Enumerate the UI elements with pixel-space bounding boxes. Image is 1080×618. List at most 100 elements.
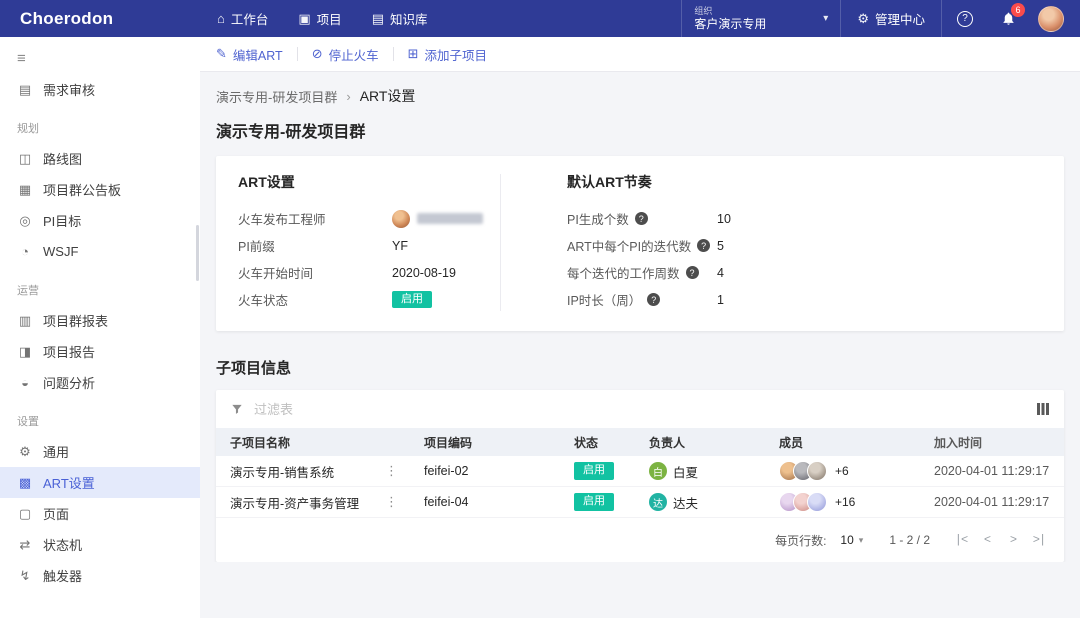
first-page-button[interactable]: |<	[948, 533, 974, 547]
breadcrumb-current: ART设置	[359, 88, 416, 104]
sidebar-scrollbar[interactable]	[196, 225, 199, 281]
field-value: YF	[392, 238, 408, 253]
field-value: 2020-08-19	[392, 265, 456, 280]
state-machine-icon: ⇄	[19, 536, 31, 552]
app-logo[interactable]: Choerodon	[20, 9, 202, 29]
card-divider	[500, 174, 501, 311]
owner-name: 白夏	[673, 465, 699, 480]
project-name-text[interactable]: 演示专用-销售系统	[230, 462, 334, 481]
org-text: 组织 客户演示专用	[694, 6, 766, 31]
help-icon[interactable]: ?	[647, 293, 661, 306]
filter-input[interactable]	[254, 401, 1026, 417]
column-header-code: 项目编码	[424, 435, 473, 450]
redacted-name	[417, 213, 483, 224]
sidebar-item-requirement-audit[interactable]: ▤ 需求审核	[0, 74, 200, 105]
sidebar-item-trigger[interactable]: ↯ 触发器	[0, 560, 200, 591]
sidebar-item-program-reports[interactable]: ▥ 项目群报表	[0, 305, 200, 336]
help-button[interactable]: ?	[957, 10, 973, 27]
field-label: 火车开始时间	[238, 267, 314, 281]
edit-art-label: 编辑ART	[232, 48, 283, 63]
add-subproject-button[interactable]: ⊞ 添加子项目	[408, 45, 487, 64]
program-report-icon: ▥	[18, 312, 32, 328]
column-settings-icon[interactable]	[1036, 402, 1050, 416]
breadcrumb-parent[interactable]: 演示专用-研发项目群	[216, 87, 337, 106]
cell-project-name: 演示专用-销售系统 ⋮	[230, 462, 424, 481]
cell-members: +6	[779, 461, 934, 481]
app-root: Choerodon ⌂ 工作台 ▣ 项目 ▤ 知识库 组织 客户演示专用 ▾ ⚙…	[0, 0, 1080, 618]
nav-workbench[interactable]: ⌂ 工作台	[202, 0, 283, 37]
help-icon[interactable]: ?	[697, 239, 711, 252]
sidebar-item-label: 问题分析	[43, 376, 96, 391]
sidebar-item-label: 路线图	[43, 152, 83, 167]
column-header-members: 成员	[779, 435, 804, 450]
edit-art-button[interactable]: ✎ 编辑ART	[216, 45, 283, 64]
toolbar-divider	[296, 47, 298, 61]
sidebar-item-label: WSJF	[43, 244, 79, 259]
admin-center-label: 管理中心	[874, 13, 925, 27]
breadcrumb: 演示专用-研发项目群 › ART设置	[216, 86, 1064, 106]
sidebar-item-project-report[interactable]: ◨ 项目报告	[0, 336, 200, 367]
notifications-button[interactable]: 6	[1001, 3, 1025, 26]
toolbar-divider	[392, 47, 394, 61]
sidebar-item-roadmap[interactable]: ◫ 路线图	[0, 143, 200, 174]
previous-page-button[interactable]: <	[974, 533, 1000, 547]
stop-icon: ⊘	[311, 46, 323, 61]
member-avatar	[807, 461, 827, 481]
stop-train-button[interactable]: ⊘ 停止火车	[312, 45, 379, 64]
sidebar-item-general[interactable]: ⚙ 通用	[0, 436, 200, 467]
art-card-title: ART设置	[238, 174, 295, 190]
sidebar-item-label: 项目报告	[43, 345, 96, 360]
sidebar-item-wsjf[interactable]: ◔ WSJF	[0, 236, 200, 267]
program-board-icon: ▦	[18, 181, 32, 197]
help-icon[interactable]: ?	[685, 266, 699, 279]
general-settings-icon: ⚙	[19, 443, 31, 459]
field-pi-count: PI生成个数 ? 10	[567, 205, 1042, 232]
nav-knowledge[interactable]: ▤ 知识库	[357, 0, 443, 37]
row-menu-icon[interactable]: ⋮	[385, 463, 398, 479]
org-selector[interactable]: 组织 客户演示专用 ▾	[681, 0, 842, 37]
sidebar-item-art-settings[interactable]: ▩ ART设置	[0, 467, 200, 498]
sidebar-item-pi-objectives[interactable]: ◎ PI目标	[0, 205, 200, 236]
chevron-down-icon: ▾	[823, 13, 829, 24]
sidebar-item-issue-analysis[interactable]: ◒ 问题分析	[0, 367, 200, 398]
sidebar-item-state-machine[interactable]: ⇄ 状态机	[0, 529, 200, 560]
cell-project-name: 演示专用-资产事务管理 ⋮	[230, 493, 424, 512]
sidebar-item-label: 需求审核	[43, 83, 96, 98]
row-menu-icon[interactable]: ⋮	[385, 494, 398, 510]
pi-target-icon: ◎	[19, 212, 31, 228]
help-icon[interactable]: ?	[634, 212, 648, 225]
field-label: 每个迭代的工作周数 ?	[567, 263, 717, 282]
top-header: Choerodon ⌂ 工作台 ▣ 项目 ▤ 知识库 组织 客户演示专用 ▾ ⚙…	[0, 0, 1080, 37]
field-label-text: ART中每个PI的迭代数	[567, 240, 692, 254]
sidebar-item-label: 项目群报表	[43, 314, 109, 329]
sidebar-item-label: ART设置	[43, 476, 95, 491]
workbench-icon: ⌂	[217, 11, 225, 26]
sidebar-item-label: 触发器	[43, 569, 83, 584]
next-page-button[interactable]: >	[1000, 533, 1026, 547]
rows-per-page-select[interactable]: 10 ▾	[840, 533, 863, 547]
last-page-button[interactable]: >|	[1026, 533, 1052, 547]
roadmap-icon: ◫	[18, 150, 32, 166]
user-avatar[interactable]	[1038, 5, 1064, 32]
org-label: 组织	[694, 5, 713, 16]
sidebar-item-page[interactable]: ▢ 页面	[0, 498, 200, 529]
audit-icon: ▤	[18, 81, 32, 97]
rows-per-page-value: 10	[840, 533, 854, 547]
org-value: 客户演示专用	[694, 16, 767, 31]
gear-icon: ⚙	[857, 10, 869, 26]
issue-analysis-icon: ◒	[21, 375, 29, 390]
sidebar-item-program-board[interactable]: ▦ 项目群公告板	[0, 174, 200, 205]
hamburger-icon: ≡	[17, 50, 26, 67]
field-label-text: PI生成个数	[567, 213, 629, 227]
art-cadence-right: 默认ART节奏 PI生成个数 ? 10 ART中每个PI的迭代数 ? 5 每个迭…	[567, 172, 1042, 313]
project-name-text[interactable]: 演示专用-资产事务管理	[230, 493, 359, 512]
breadcrumb-separator: ›	[346, 88, 351, 104]
nav-project-label: 项目	[316, 13, 342, 27]
nav-project[interactable]: ▣ 项目	[283, 0, 356, 37]
admin-center-link[interactable]: ⚙ 管理中心	[841, 0, 942, 37]
cell-joined-time: 2020-04-01 11:29:17	[934, 495, 1050, 509]
page-title: 演示专用-研发项目群	[216, 124, 366, 141]
menu-toggle-button[interactable]: ≡	[0, 41, 200, 74]
page-icon: ▢	[18, 505, 32, 521]
sidebar-section-settings: 设置	[17, 416, 39, 428]
